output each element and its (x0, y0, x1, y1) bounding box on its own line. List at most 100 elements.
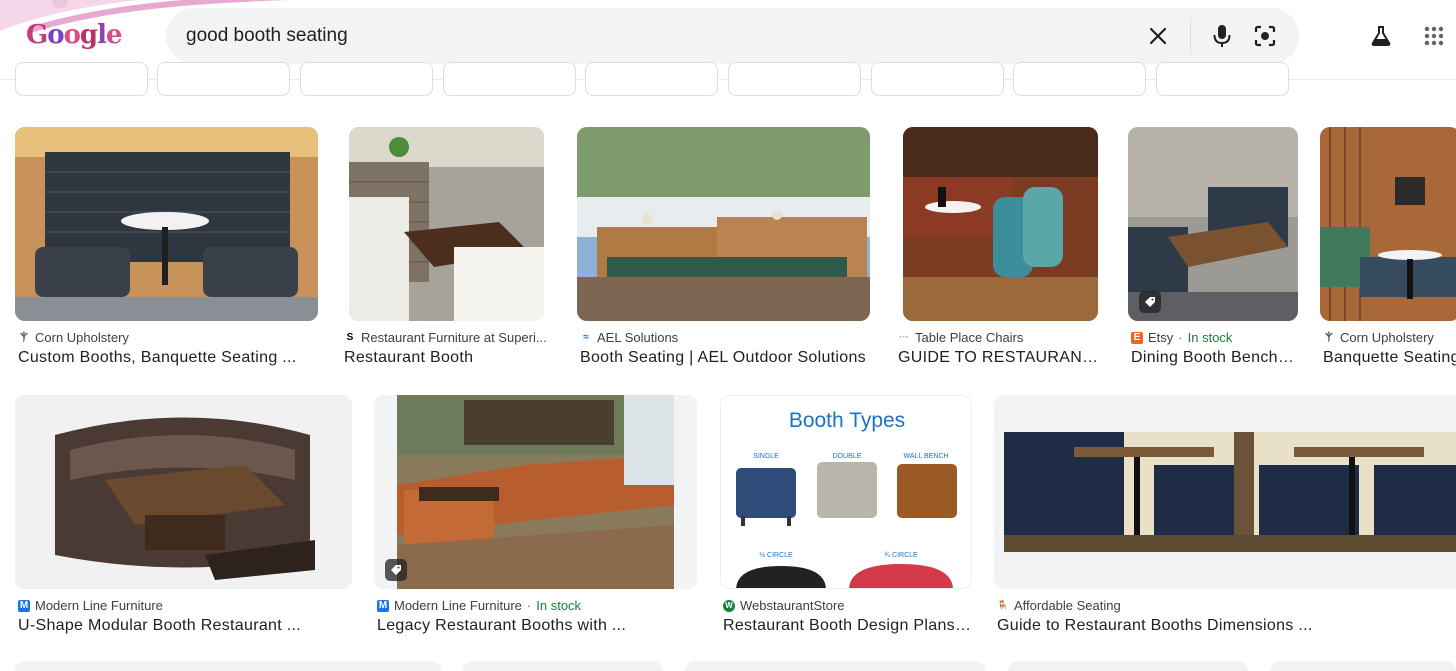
result-source: Ⲯ Corn Upholstery (1323, 330, 1456, 345)
result-title[interactable]: Custom Booths, Banquette Seating ... (18, 349, 318, 367)
result-source: E Etsy · In stock (1131, 330, 1298, 345)
result-source: 🪑 Affordable Seating (997, 598, 1437, 613)
filter-chip[interactable] (585, 62, 718, 96)
source-favicon: 🪑 (997, 600, 1009, 610)
search-by-image-button[interactable] (1249, 20, 1281, 52)
booth-label: SINGLE (753, 453, 779, 460)
result-thumbnail[interactable] (15, 127, 318, 321)
voice-search-button[interactable] (1206, 20, 1238, 52)
logo-letter: e (105, 20, 123, 50)
close-icon (1149, 27, 1167, 45)
result-thumbnail-partial[interactable] (463, 661, 663, 671)
image-result-card[interactable]: M Modern Line Furniture · In stock Legac… (374, 395, 697, 640)
filter-chip[interactable] (443, 62, 576, 96)
image-result-card[interactable]: ≈ AEL Solutions Booth Seating | AEL Outd… (577, 127, 870, 372)
source-name: Modern Line Furniture (35, 598, 163, 613)
result-title[interactable]: Banquette Seating (1323, 349, 1456, 367)
result-title[interactable]: Restaurant Booth (344, 349, 551, 367)
source-favicon: M (18, 599, 30, 612)
result-title[interactable]: Guide to Restaurant Booths Dimensions ..… (997, 617, 1437, 635)
image-result-card[interactable]: Ⲯ Corn Upholstery Custom Booths, Banquet… (15, 127, 318, 372)
camera-lens-icon (1254, 25, 1276, 47)
image-result-card[interactable]: M Modern Line Furniture U-Shape Modular … (15, 395, 352, 640)
image-result-card[interactable]: 🪑 Affordable Seating Guide to Restaurant… (994, 395, 1456, 640)
booth-label: WALL BENCH (904, 453, 949, 460)
filter-chip[interactable] (157, 62, 290, 96)
result-source: Ⲯ Corn Upholstery (18, 330, 318, 345)
filter-chip[interactable] (728, 62, 861, 96)
filter-chip[interactable] (1156, 62, 1289, 96)
result-thumbnail[interactable] (994, 395, 1456, 589)
source-favicon: Ⲯ (20, 332, 28, 343)
image-result-card[interactable]: Booth Types SINGLE DOUBLE WALL BENCH ½ C… (720, 395, 972, 640)
booth-label: DOUBLE (833, 453, 862, 460)
filter-chip[interactable] (871, 62, 1004, 96)
in-stock-label: In stock (1187, 330, 1233, 345)
result-source: ≈ AEL Solutions (580, 330, 870, 345)
result-source: S Restaurant Furniture at Superi... (344, 330, 551, 345)
result-thumbnail[interactable] (15, 395, 352, 589)
source-favicon: Ⲯ (1325, 332, 1333, 343)
result-source: W WebstaurantStore (723, 598, 972, 613)
image-result-card[interactable]: ··· Table Place Chairs GUIDE TO RESTAURA… (895, 127, 1105, 372)
result-thumbnail[interactable] (349, 127, 544, 321)
logo-letter: G (26, 20, 48, 50)
logo-letter: o (47, 20, 64, 50)
search-input[interactable] (186, 23, 1126, 49)
search-labs-button[interactable] (1365, 20, 1397, 52)
source-name: WebstaurantStore (740, 598, 845, 613)
google-apps-button[interactable] (1418, 20, 1450, 52)
source-favicon: E (1131, 331, 1143, 344)
image-result-card[interactable]: Ⲯ Corn Upholstery Banquette Seating (1320, 127, 1456, 372)
microphone-icon (1213, 25, 1231, 47)
result-thumbnail-partial[interactable] (15, 661, 441, 671)
filter-chip[interactable] (15, 62, 148, 96)
logo-letter: l (97, 20, 107, 50)
apps-grid-icon (1424, 26, 1444, 46)
source-favicon: ≈ (583, 332, 589, 343)
shopping-tag-badge (385, 559, 407, 581)
result-thumbnail[interactable] (1320, 127, 1456, 321)
tag-icon (1145, 297, 1155, 307)
result-title[interactable]: Booth Seating | AEL Outdoor Solutions (580, 349, 870, 367)
image-result-card[interactable]: E Etsy · In stock Dining Booth Bench S..… (1128, 127, 1298, 372)
shopping-tag-badge (1139, 291, 1161, 313)
result-thumbnail-partial[interactable] (1008, 661, 1248, 671)
search-divider (1190, 18, 1191, 54)
search-bar (166, 8, 1299, 64)
result-source: ··· Table Place Chairs (898, 330, 1105, 345)
filter-chip[interactable] (300, 62, 433, 96)
clear-search-button[interactable] (1142, 20, 1174, 52)
result-thumbnail[interactable] (1128, 127, 1298, 321)
result-thumbnail[interactable] (577, 127, 870, 321)
logo-letter: g (79, 20, 98, 50)
booth-types-heading: Booth Types (789, 409, 905, 432)
result-source: M Modern Line Furniture · In stock (377, 598, 582, 613)
result-title[interactable]: Dining Booth Bench S... (1131, 349, 1298, 367)
google-doodle-logo[interactable]: Google (26, 20, 123, 50)
result-source: M Modern Line Furniture (18, 598, 352, 613)
booth-label: ¾ CIRCLE (884, 552, 918, 559)
result-title[interactable]: U-Shape Modular Booth Restaurant ... (18, 617, 352, 635)
source-name: Corn Upholstery (1340, 330, 1434, 345)
result-title[interactable]: Restaurant Booth Design Plans & ... (723, 617, 972, 635)
result-title[interactable]: GUIDE TO RESTAURANT BE... (898, 349, 1105, 367)
source-name: Etsy (1148, 330, 1174, 345)
source-favicon: M (377, 599, 389, 612)
result-thumbnail[interactable] (903, 127, 1098, 321)
source-favicon: ··· (899, 332, 909, 343)
filter-chip[interactable] (1013, 62, 1146, 96)
result-thumbnail-partial[interactable] (1270, 661, 1456, 671)
result-thumbnail[interactable] (374, 395, 697, 589)
source-name: Modern Line Furniture (394, 598, 522, 613)
result-title[interactable]: Legacy Restaurant Booths with ... (377, 617, 697, 635)
source-name: Corn Upholstery (35, 330, 129, 345)
booth-label: ½ CIRCLE (759, 551, 793, 559)
source-name: AEL Solutions (597, 330, 679, 345)
result-thumbnail-partial[interactable] (685, 661, 985, 671)
result-thumbnail[interactable]: Booth Types SINGLE DOUBLE WALL BENCH ½ C… (720, 395, 972, 589)
source-favicon: S (346, 332, 354, 343)
source-name: Table Place Chairs (915, 330, 1024, 345)
image-result-card[interactable]: S Restaurant Furniture at Superi... Rest… (341, 127, 551, 372)
source-name: Affordable Seating (1014, 598, 1121, 613)
